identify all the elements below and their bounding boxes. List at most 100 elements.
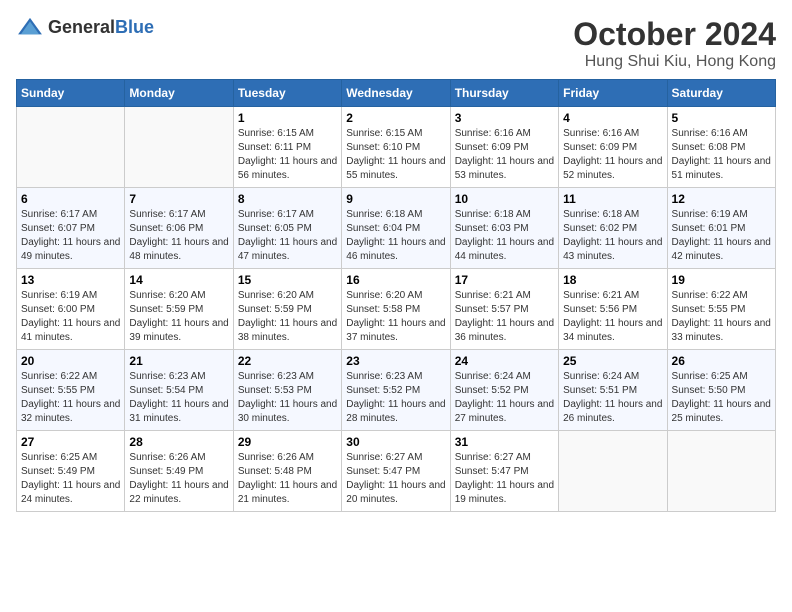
day-info: Sunrise: 6:24 AM Sunset: 5:51 PM Dayligh… [563,370,662,426]
day-info: Sunrise: 6:25 AM Sunset: 5:49 PM Dayligh… [21,451,120,507]
calendar-cell: 30Sunrise: 6:27 AM Sunset: 5:47 PM Dayli… [342,431,450,512]
calendar-cell: 15 Sunrise: 6:20 AM Sunset: 5:59 PM Dayli… [233,269,341,350]
day-info: Sunrise: 6:18 AM Sunset: 6:04 PM Dayligh… [346,208,445,264]
weekday-header-cell: Saturday [667,80,775,107]
calendar-body: 1Sunrise: 6:15 AM Sunset: 6:11 PM Daylig… [17,107,776,512]
day-info: Sunrise: 6:23 AM Sunset: 5:53 PM Dayligh… [238,370,337,426]
calendar-cell: 12Sunrise: 6:19 AM Sunset: 6:01 PM Dayli… [667,188,775,269]
day-number: 19 [672,273,771,287]
day-info: Sunrise: 6:25 AM Sunset: 5:50 PM Dayligh… [672,370,771,426]
day-info: Sunrise: 6:22 AM Sunset: 5:55 PM Dayligh… [21,370,120,426]
month-title: October 2024 [573,16,776,53]
logo-general-text: General [48,17,115,37]
calendar-cell: 24Sunrise: 6:24 AM Sunset: 5:52 PM Dayli… [450,350,558,431]
day-info: Sunrise: 6:15 AM Sunset: 6:11 PM Dayligh… [238,127,337,183]
day-number: 3 [455,111,554,125]
day-number: 29 [238,435,337,449]
calendar-cell: 4 Sunrise: 6:16 AM Sunset: 6:09 PM Daylig… [559,107,667,188]
day-info: Sunrise: 6:21 AM Sunset: 5:57 PM Dayligh… [455,289,554,345]
calendar-cell: 16 Sunrise: 6:20 AM Sunset: 5:58 PM Dayli… [342,269,450,350]
calendar-cell: 8Sunrise: 6:17 AM Sunset: 6:05 PM Daylig… [233,188,341,269]
calendar-cell: 21Sunrise: 6:23 AM Sunset: 5:54 PM Dayli… [125,350,233,431]
day-number: 2 [346,111,445,125]
calendar-cell: 13Sunrise: 6:19 AM Sunset: 6:00 PM Dayli… [17,269,125,350]
day-info: Sunrise: 6:17 AM Sunset: 6:07 PM Dayligh… [21,208,120,264]
day-number: 16 [346,273,445,287]
calendar-week-row: 27 Sunrise: 6:25 AM Sunset: 5:49 PM Dayli… [17,431,776,512]
day-info: Sunrise: 6:27 AM Sunset: 5:47 PM Dayligh… [455,451,554,507]
day-info: Sunrise: 6:20 AM Sunset: 5:59 PM Dayligh… [238,289,337,345]
day-number: 6 [21,192,120,206]
calendar-cell [17,107,125,188]
calendar-cell: 23 Sunrise: 6:23 AM Sunset: 5:52 PM Dayli… [342,350,450,431]
location-title: Hung Shui Kiu, Hong Kong [573,53,776,71]
day-number: 12 [672,192,771,206]
calendar-cell: 3Sunrise: 6:16 AM Sunset: 6:09 PM Daylig… [450,107,558,188]
day-number: 25 [563,354,662,368]
calendar-cell: 27 Sunrise: 6:25 AM Sunset: 5:49 PM Dayli… [17,431,125,512]
calendar-cell: 25 Sunrise: 6:24 AM Sunset: 5:51 PM Dayli… [559,350,667,431]
day-info: Sunrise: 6:23 AM Sunset: 5:52 PM Dayligh… [346,370,445,426]
weekday-header-cell: Wednesday [342,80,450,107]
day-number: 8 [238,192,337,206]
day-number: 10 [455,192,554,206]
day-info: Sunrise: 6:26 AM Sunset: 5:49 PM Dayligh… [129,451,228,507]
day-info: Sunrise: 6:19 AM Sunset: 6:00 PM Dayligh… [21,289,120,345]
day-number: 7 [129,192,228,206]
weekday-header-cell: Monday [125,80,233,107]
day-info: Sunrise: 6:20 AM Sunset: 5:59 PM Dayligh… [129,289,228,345]
calendar-cell: 14 Sunrise: 6:20 AM Sunset: 5:59 PM Dayli… [125,269,233,350]
day-number: 4 [563,111,662,125]
day-number: 22 [238,354,337,368]
calendar-cell: 29 Sunrise: 6:26 AM Sunset: 5:48 PM Dayli… [233,431,341,512]
day-number: 14 [129,273,228,287]
day-number: 9 [346,192,445,206]
day-info: Sunrise: 6:21 AM Sunset: 5:56 PM Dayligh… [563,289,662,345]
day-number: 30 [346,435,445,449]
calendar-cell: 28 Sunrise: 6:26 AM Sunset: 5:49 PM Dayli… [125,431,233,512]
calendar-cell: 1Sunrise: 6:15 AM Sunset: 6:11 PM Daylig… [233,107,341,188]
title-block: October 2024 Hung Shui Kiu, Hong Kong [573,16,776,71]
calendar-week-row: 20Sunrise: 6:22 AM Sunset: 5:55 PM Dayli… [17,350,776,431]
page-header: GeneralBlue October 2024 Hung Shui Kiu, … [16,16,776,71]
day-number: 27 [21,435,120,449]
logo: GeneralBlue [16,16,154,38]
day-number: 31 [455,435,554,449]
calendar-cell: 10 Sunrise: 6:18 AM Sunset: 6:03 PM Dayli… [450,188,558,269]
calendar-cell: 9 Sunrise: 6:18 AM Sunset: 6:04 PM Daylig… [342,188,450,269]
calendar-week-row: 13Sunrise: 6:19 AM Sunset: 6:00 PM Dayli… [17,269,776,350]
day-info: Sunrise: 6:18 AM Sunset: 6:02 PM Dayligh… [563,208,662,264]
day-number: 17 [455,273,554,287]
day-info: Sunrise: 6:16 AM Sunset: 6:08 PM Dayligh… [672,127,771,183]
day-info: Sunrise: 6:26 AM Sunset: 5:48 PM Dayligh… [238,451,337,507]
day-number: 11 [563,192,662,206]
day-number: 26 [672,354,771,368]
calendar-week-row: 6 Sunrise: 6:17 AM Sunset: 6:07 PM Daylig… [17,188,776,269]
weekday-header-cell: Thursday [450,80,558,107]
weekday-header-cell: Sunday [17,80,125,107]
calendar-cell [667,431,775,512]
calendar-cell [559,431,667,512]
day-info: Sunrise: 6:16 AM Sunset: 6:09 PM Dayligh… [563,127,662,183]
weekday-header-cell: Friday [559,80,667,107]
weekday-header-row: SundayMondayTuesdayWednesdayThursdayFrid… [17,80,776,107]
calendar-cell: 2 Sunrise: 6:15 AM Sunset: 6:10 PM Daylig… [342,107,450,188]
day-number: 5 [672,111,771,125]
day-info: Sunrise: 6:20 AM Sunset: 5:58 PM Dayligh… [346,289,445,345]
day-info: Sunrise: 6:22 AM Sunset: 5:55 PM Dayligh… [672,289,771,345]
calendar-cell: 17 Sunrise: 6:21 AM Sunset: 5:57 PM Dayli… [450,269,558,350]
day-info: Sunrise: 6:24 AM Sunset: 5:52 PM Dayligh… [455,370,554,426]
day-number: 28 [129,435,228,449]
calendar-week-row: 1Sunrise: 6:15 AM Sunset: 6:11 PM Daylig… [17,107,776,188]
day-info: Sunrise: 6:17 AM Sunset: 6:06 PM Dayligh… [129,208,228,264]
day-info: Sunrise: 6:18 AM Sunset: 6:03 PM Dayligh… [455,208,554,264]
logo-icon [16,16,44,38]
logo-blue-text: Blue [115,17,154,37]
calendar-cell [125,107,233,188]
day-number: 15 [238,273,337,287]
calendar-cell: 19 Sunrise: 6:22 AM Sunset: 5:55 PM Dayli… [667,269,775,350]
day-number: 18 [563,273,662,287]
calendar-cell: 5 Sunrise: 6:16 AM Sunset: 6:08 PM Daylig… [667,107,775,188]
day-number: 23 [346,354,445,368]
day-info: Sunrise: 6:15 AM Sunset: 6:10 PM Dayligh… [346,127,445,183]
